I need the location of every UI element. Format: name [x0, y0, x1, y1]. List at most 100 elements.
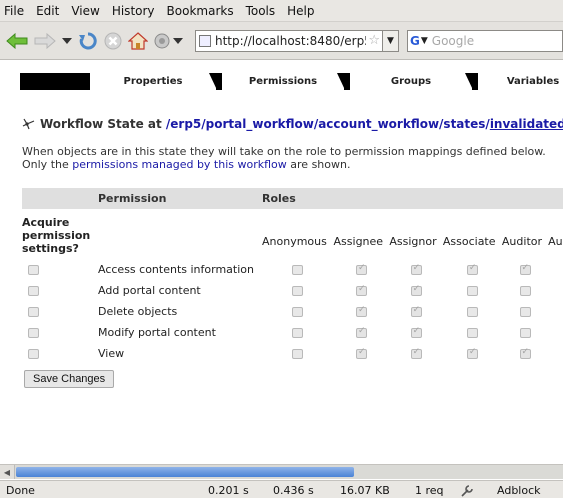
state-name-link[interactable]: invalidated	[490, 117, 563, 131]
role-checkbox[interactable]	[519, 328, 531, 338]
role-checkbox[interactable]	[519, 307, 531, 317]
menu-tools[interactable]: Tools	[246, 4, 276, 18]
role-checkbox-cell	[443, 343, 502, 364]
scroll-left-icon[interactable]: ◀	[0, 465, 15, 479]
table-row: Add portal content	[22, 280, 563, 301]
acquire-checkbox[interactable]	[28, 265, 39, 275]
role-checkbox-cell	[389, 280, 443, 301]
acquire-checkbox[interactable]	[28, 328, 39, 338]
role-checkbox[interactable]	[292, 328, 304, 338]
tab-permissions[interactable]: Permissions	[222, 73, 345, 90]
table-row: Access contents information	[22, 259, 563, 280]
managed-permissions-link[interactable]: permissions managed by this workflow	[72, 158, 287, 171]
description-line-1: When objects are in this state they will…	[22, 145, 546, 158]
role-checkbox[interactable]	[466, 347, 478, 359]
search-engine-dropdown[interactable]: ▼	[421, 36, 428, 46]
role-checkbox-cell	[389, 322, 443, 343]
role-checkbox[interactable]	[410, 284, 422, 296]
wrench-icon	[461, 485, 473, 497]
menu-edit[interactable]: Edit	[36, 4, 59, 18]
forward-button[interactable]	[34, 29, 56, 53]
role-checkbox[interactable]	[466, 286, 478, 296]
menu-bookmarks[interactable]: Bookmarks	[167, 4, 234, 18]
permission-name: Modify portal content	[98, 326, 216, 339]
role-associate: Associate	[442, 234, 496, 248]
header-blank	[22, 188, 98, 209]
adblock-label[interactable]: Adblock	[497, 484, 541, 497]
address-text[interactable]: http://localhost:8480/erp5	[215, 34, 366, 48]
search-box[interactable]: G ▼ Google	[407, 29, 563, 52]
role-anonymous: Anonymous	[262, 234, 327, 248]
save-changes-button[interactable]: Save Changes	[24, 370, 115, 388]
home-button[interactable]	[128, 29, 148, 53]
permission-name: Delete objects	[98, 305, 178, 318]
history-dropdown[interactable]	[62, 29, 72, 53]
role-checkbox[interactable]	[292, 286, 304, 296]
role-checkbox[interactable]	[466, 263, 478, 275]
google-logo-icon[interactable]: G	[410, 34, 420, 48]
acquire-checkbox[interactable]	[28, 307, 39, 317]
reload-button[interactable]	[78, 29, 98, 53]
acquire-checkbox[interactable]	[28, 286, 39, 296]
role-checkbox[interactable]	[355, 305, 367, 317]
role-checkbox[interactable]	[466, 328, 478, 338]
address-dropdown-button[interactable]: ▼	[383, 29, 399, 52]
adblock-icon[interactable]	[460, 484, 474, 498]
role-checkbox[interactable]	[292, 307, 304, 317]
role-checkbox[interactable]	[466, 307, 478, 317]
role-checkbox[interactable]	[355, 263, 367, 275]
role-checkbox-cell	[262, 280, 334, 301]
tab-variables[interactable]: Variables	[478, 73, 563, 90]
menu-history[interactable]: History	[112, 4, 155, 18]
role-checkbox-cell	[443, 322, 502, 343]
permissions-table: Permission Roles Acquire permission sett…	[22, 188, 563, 364]
back-button[interactable]	[6, 29, 28, 53]
role-checkbox[interactable]	[292, 265, 304, 275]
role-names-spacer	[98, 209, 262, 259]
role-checkbox[interactable]	[410, 326, 422, 338]
scrollbar-thumb[interactable]	[16, 467, 354, 477]
home-icon	[128, 31, 148, 50]
page-favicon-icon	[199, 34, 211, 47]
role-checkbox[interactable]	[355, 326, 367, 338]
role-checkbox[interactable]	[519, 286, 531, 296]
role-checkbox-cell	[502, 343, 548, 364]
role-checkbox-cell	[548, 301, 563, 322]
role-checkbox-cell	[334, 280, 390, 301]
role-checkbox[interactable]	[355, 347, 367, 359]
state-heading: Workflow State at /erp5/portal_workflow/…	[22, 117, 563, 131]
browser-window: File Edit View History Bookmarks Tools H…	[0, 0, 563, 498]
role-author: Au	[548, 234, 563, 248]
role-checkbox[interactable]	[292, 349, 304, 359]
role-checkbox[interactable]	[519, 263, 531, 275]
permission-name: Add portal content	[98, 284, 201, 297]
acquire-checkbox-cell	[22, 280, 98, 301]
role-checkbox-cell	[502, 322, 548, 343]
description-suffix: are shown.	[290, 158, 351, 171]
role-checkbox[interactable]	[355, 284, 367, 296]
tab-properties[interactable]: Properties	[90, 73, 217, 90]
role-checkbox-cell	[389, 343, 443, 364]
role-checkbox[interactable]	[410, 347, 422, 359]
menu-file[interactable]: File	[4, 4, 24, 18]
state-path-link[interactable]: /erp5/portal_workflow/account_workflow/s…	[166, 117, 490, 131]
stop-icon	[104, 32, 122, 49]
role-checkbox[interactable]	[519, 347, 531, 359]
address-bar[interactable]: http://localhost:8480/erp5 ☆	[195, 29, 383, 52]
role-checkbox-cell	[502, 280, 548, 301]
description: When objects are in this state they will…	[22, 145, 563, 171]
bookmark-menu-button[interactable]	[154, 29, 183, 53]
acquire-checkbox[interactable]	[28, 349, 39, 359]
role-checkbox[interactable]	[410, 263, 422, 275]
menu-help[interactable]: Help	[287, 4, 314, 18]
menu-view[interactable]: View	[71, 4, 99, 18]
permission-name: View	[98, 347, 125, 360]
tab-groups[interactable]: Groups	[350, 73, 473, 90]
stop-button[interactable]	[104, 29, 122, 53]
role-checkbox[interactable]	[410, 305, 422, 317]
bookmark-star-icon[interactable]: ☆	[368, 33, 380, 48]
role-checkbox-cell	[443, 280, 502, 301]
state-name-text: invalidated	[489, 117, 563, 131]
chevron-down-icon	[62, 37, 72, 44]
horizontal-scrollbar[interactable]: ◀	[0, 464, 563, 479]
